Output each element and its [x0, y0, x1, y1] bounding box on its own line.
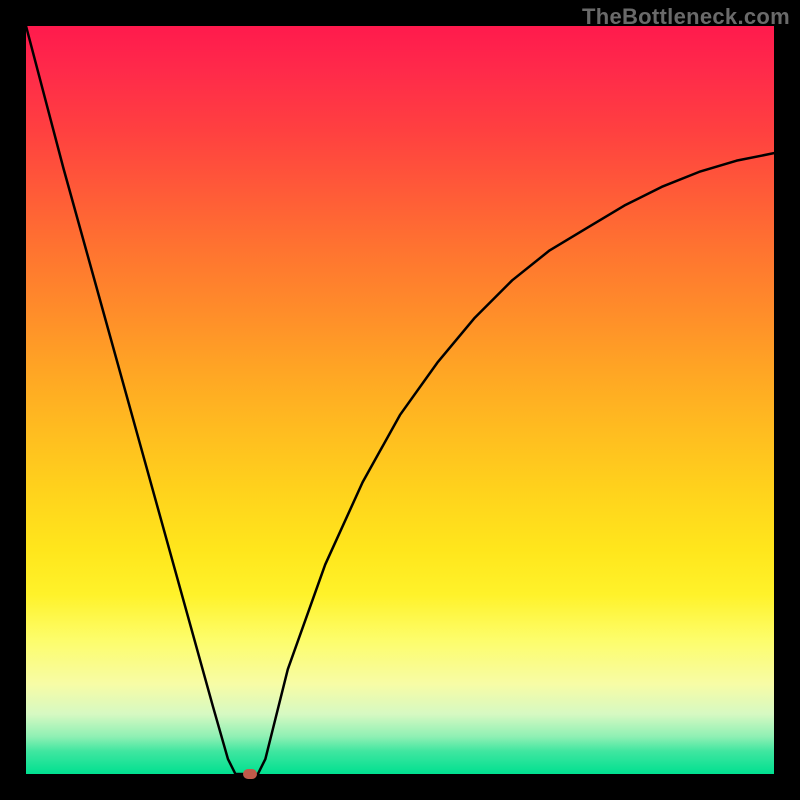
watermark-text: TheBottleneck.com: [582, 4, 790, 30]
bottleneck-curve: [26, 26, 774, 774]
minimum-marker: [243, 769, 257, 779]
plot-area: [26, 26, 774, 774]
chart-frame: TheBottleneck.com: [0, 0, 800, 800]
